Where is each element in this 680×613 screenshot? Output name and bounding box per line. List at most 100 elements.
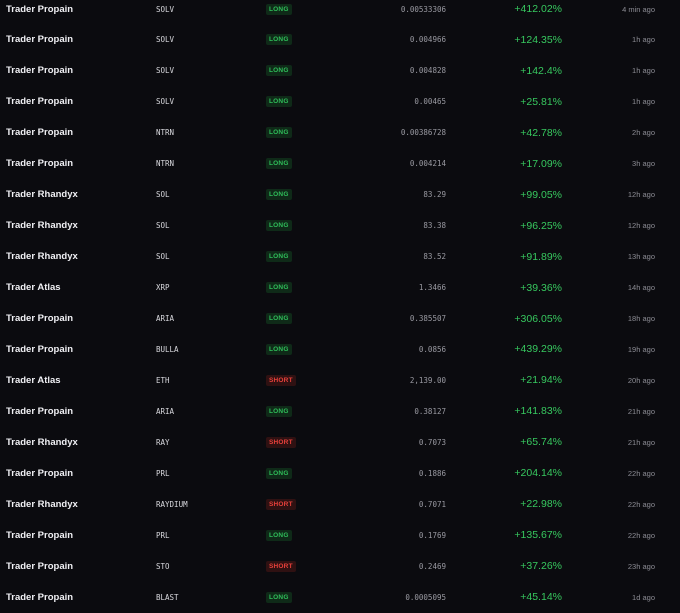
pnl-percent: +135.67% — [514, 529, 562, 542]
trader-name: Trader Propain — [6, 65, 74, 77]
trade-time: 3h ago — [632, 159, 655, 169]
table-row[interactable]: Trader Propain SOLV LONG 0.00533306 +412.02%… — [0, 0, 680, 25]
trade-time: 1d ago — [632, 592, 655, 602]
trader-name: Trader Atlas — [6, 282, 61, 294]
side-badge: LONG — [266, 65, 292, 77]
pnl-percent: +99.05% — [520, 188, 562, 201]
pnl-percent: +96.25% — [520, 219, 562, 232]
entry-price: 0.7073 — [418, 437, 446, 447]
pnl-percent: +25.81% — [520, 95, 562, 108]
entry-price: 2,139.00 — [409, 375, 446, 385]
table-row[interactable]: Trader Propain SOLV LONG 0.00465 +25.81% 1h a… — [0, 86, 680, 117]
table-row[interactable]: Trader Propain ARIA LONG 0.38127 +141.83% 21h… — [0, 396, 680, 427]
pnl-percent: +124.35% — [514, 33, 562, 46]
side-badge: SHORT — [266, 436, 296, 448]
table-row[interactable]: Trader Propain SOLV LONG 0.004966 +124.35% 1h… — [0, 24, 680, 55]
table-row[interactable]: Trader Rhandyx SOL LONG 83.52 +91.89% 13h ago — [0, 241, 680, 272]
side-badge: LONG — [266, 313, 292, 324]
trade-time: 12h ago — [627, 190, 655, 200]
trader-name: Trader Propain — [6, 405, 74, 417]
trade-time: 1h ago — [632, 97, 655, 107]
entry-price: 0.385507 — [409, 314, 446, 323]
trader-name: Trader Propain — [6, 343, 74, 355]
side-badge: LONG — [266, 591, 292, 603]
table-row[interactable]: Trader Rhandyx RAYDIUM SHORT 0.7071 +22.98% 2… — [0, 489, 680, 520]
token-symbol: RAY — [156, 437, 170, 447]
entry-price: 0.1769 — [418, 530, 446, 540]
table-row[interactable]: Trader Propain NTRN LONG 0.00386728 +42.78% 2… — [0, 117, 680, 148]
pnl-percent: +141.83% — [514, 405, 562, 418]
token-symbol: RAYDIUM — [156, 499, 188, 509]
trade-time: 22h ago — [627, 530, 655, 540]
token-symbol: PRL — [156, 468, 170, 478]
entry-price: 0.0005095 — [405, 592, 446, 602]
table-row[interactable]: Trader Rhandyx SOL LONG 83.38 +96.25% 12h ago — [0, 210, 680, 241]
trade-time: 19h ago — [627, 344, 655, 354]
trade-time: 13h ago — [627, 252, 655, 262]
trader-name: Trader Rhandyx — [6, 436, 78, 448]
entry-price: 0.7071 — [418, 499, 446, 509]
pnl-percent: +21.94% — [520, 374, 562, 387]
trade-time: 22h ago — [627, 499, 655, 509]
side-badge: LONG — [266, 343, 292, 355]
token-symbol: ETH — [156, 375, 170, 385]
entry-price: 83.52 — [423, 252, 446, 262]
pnl-percent: +142.4% — [520, 64, 562, 77]
pnl-percent: +306.05% — [514, 312, 562, 325]
trade-time: 20h ago — [627, 375, 655, 385]
trader-name: Trader Propain — [6, 560, 74, 572]
trader-name: Trader Propain — [6, 313, 74, 324]
table-row[interactable]: Trader Rhandyx SOL LONG 83.29 +99.05% 12h ago — [0, 179, 680, 210]
table-row[interactable]: Trader Rhandyx RAY SHORT 0.7073 +65.74% 21h a… — [0, 427, 680, 458]
pnl-percent: +42.78% — [520, 126, 562, 139]
entry-price: 83.38 — [423, 221, 446, 231]
entry-price: 0.004214 — [409, 159, 446, 169]
token-symbol: ARIA — [156, 406, 175, 416]
trade-time: 18h ago — [627, 314, 655, 323]
token-symbol: BULLA — [156, 344, 179, 354]
table-row[interactable]: Trader Propain STO SHORT 0.2469 +37.26% 23h a… — [0, 551, 680, 582]
table-row[interactable]: Trader Propain ARIA LONG 0.385507 +306.05% 18… — [0, 303, 680, 334]
pnl-percent: +37.26% — [520, 560, 562, 573]
token-symbol: NTRN — [156, 159, 175, 169]
table-row[interactable]: Trader Propain BULLA LONG 0.0856 +439.29% 19h… — [0, 334, 680, 365]
trader-name: Trader Propain — [6, 96, 74, 108]
table-row[interactable]: Trader Atlas ETH SHORT 2,139.00 +21.94% 20h a… — [0, 365, 680, 396]
trade-time: 4 min ago — [622, 4, 655, 14]
trader-name: Trader Propain — [6, 591, 74, 603]
table-row[interactable]: Trader Atlas XRP LONG 1.3466 +39.36% 14h ago — [0, 272, 680, 303]
table-row[interactable]: Trader Propain PRL LONG 0.1769 +135.67% 22h a… — [0, 520, 680, 551]
token-symbol: XRP — [156, 283, 170, 293]
trade-time: 22h ago — [627, 468, 655, 478]
entry-price: 83.29 — [423, 190, 446, 200]
trade-time: 1h ago — [632, 66, 655, 76]
entry-price: 0.38127 — [414, 406, 446, 416]
table-row[interactable]: Trader Propain SOLV LONG 0.004828 +142.4% 1h … — [0, 55, 680, 86]
token-symbol: SOLV — [156, 35, 175, 45]
side-badge: LONG — [266, 251, 292, 263]
pnl-percent: +204.14% — [514, 467, 562, 480]
trade-time: 12h ago — [627, 221, 655, 231]
entry-price: 0.00386728 — [400, 128, 446, 138]
token-symbol: SOLV — [156, 66, 175, 76]
side-badge: LONG — [266, 34, 292, 46]
trade-time: 23h ago — [627, 561, 655, 571]
trade-time: 21h ago — [627, 437, 655, 447]
side-badge: LONG — [266, 189, 292, 201]
side-badge: LONG — [266, 158, 292, 170]
entry-price: 0.0856 — [418, 344, 446, 354]
token-symbol: ARIA — [156, 314, 175, 323]
side-badge: SHORT — [266, 498, 296, 510]
pnl-percent: +65.74% — [520, 436, 562, 449]
trader-name: Trader Atlas — [6, 374, 61, 386]
token-symbol: SOLV — [156, 4, 175, 14]
table-row[interactable]: Trader Propain NTRN LONG 0.004214 +17.09% 3h … — [0, 148, 680, 179]
side-badge: LONG — [266, 405, 292, 417]
pnl-percent: +39.36% — [520, 281, 562, 294]
side-badge: LONG — [266, 3, 292, 15]
trader-name: Trader Propain — [6, 3, 74, 15]
side-badge: LONG — [266, 529, 292, 541]
entry-price: 1.3466 — [418, 283, 446, 293]
table-row[interactable]: Trader Propain PRL LONG 0.1886 +204.14% 22h a… — [0, 458, 680, 489]
trade-time: 2h ago — [632, 128, 655, 138]
